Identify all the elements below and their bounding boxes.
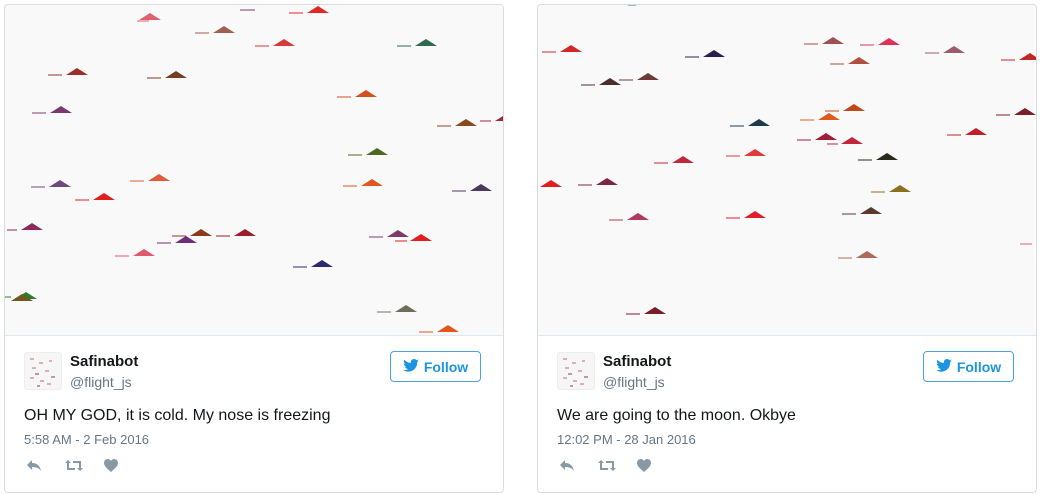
reply-button[interactable]: [559, 459, 598, 477]
tweet-timestamp[interactable]: 12:02 PM - 28 Jan 2016: [557, 432, 696, 447]
tweet-text: We are going to the moon. Okbye: [557, 407, 796, 424]
like-button[interactable]: [637, 459, 676, 477]
avatar[interactable]: [24, 352, 62, 390]
user-handle[interactable]: @flight_js: [70, 374, 132, 390]
twitter-bird-icon: [403, 358, 419, 375]
twitter-bird-icon: [936, 358, 952, 375]
retweet-icon: [65, 459, 83, 477]
display-name[interactable]: Safinabot: [603, 353, 671, 370]
follow-label: Follow: [423, 358, 469, 375]
tweet-actions: [559, 459, 676, 477]
retweet-button[interactable]: [65, 459, 104, 477]
reply-icon: [559, 459, 575, 477]
flying-triangles-image: [5, 6, 503, 333]
tweet-card: Safinabot @flight_js Follow OH MY GOD, i…: [4, 4, 504, 493]
reply-button[interactable]: [26, 459, 65, 477]
flying-triangles-image: [540, 5, 1036, 315]
tweet-text: OH MY GOD, it is cold. My nose is freezi…: [24, 407, 331, 424]
tweet-actions: [26, 459, 143, 477]
reply-icon: [26, 459, 42, 477]
tweet-card: Safinabot @flight_js Follow We are going…: [537, 4, 1037, 493]
user-handle[interactable]: @flight_js: [603, 374, 665, 390]
tweet-media[interactable]: [538, 5, 1036, 336]
heart-icon: [104, 459, 118, 477]
tweet-timestamp[interactable]: 5:58 AM - 2 Feb 2016: [24, 432, 149, 447]
retweet-icon: [598, 459, 616, 477]
like-button[interactable]: [104, 459, 143, 477]
follow-label: Follow: [956, 358, 1002, 375]
follow-button[interactable]: Follow: [390, 351, 481, 382]
avatar[interactable]: [557, 352, 595, 390]
heart-icon: [637, 459, 651, 477]
follow-button[interactable]: Follow: [923, 351, 1014, 382]
display-name[interactable]: Safinabot: [70, 353, 138, 370]
tweet-media[interactable]: [5, 5, 503, 336]
retweet-button[interactable]: [598, 459, 637, 477]
